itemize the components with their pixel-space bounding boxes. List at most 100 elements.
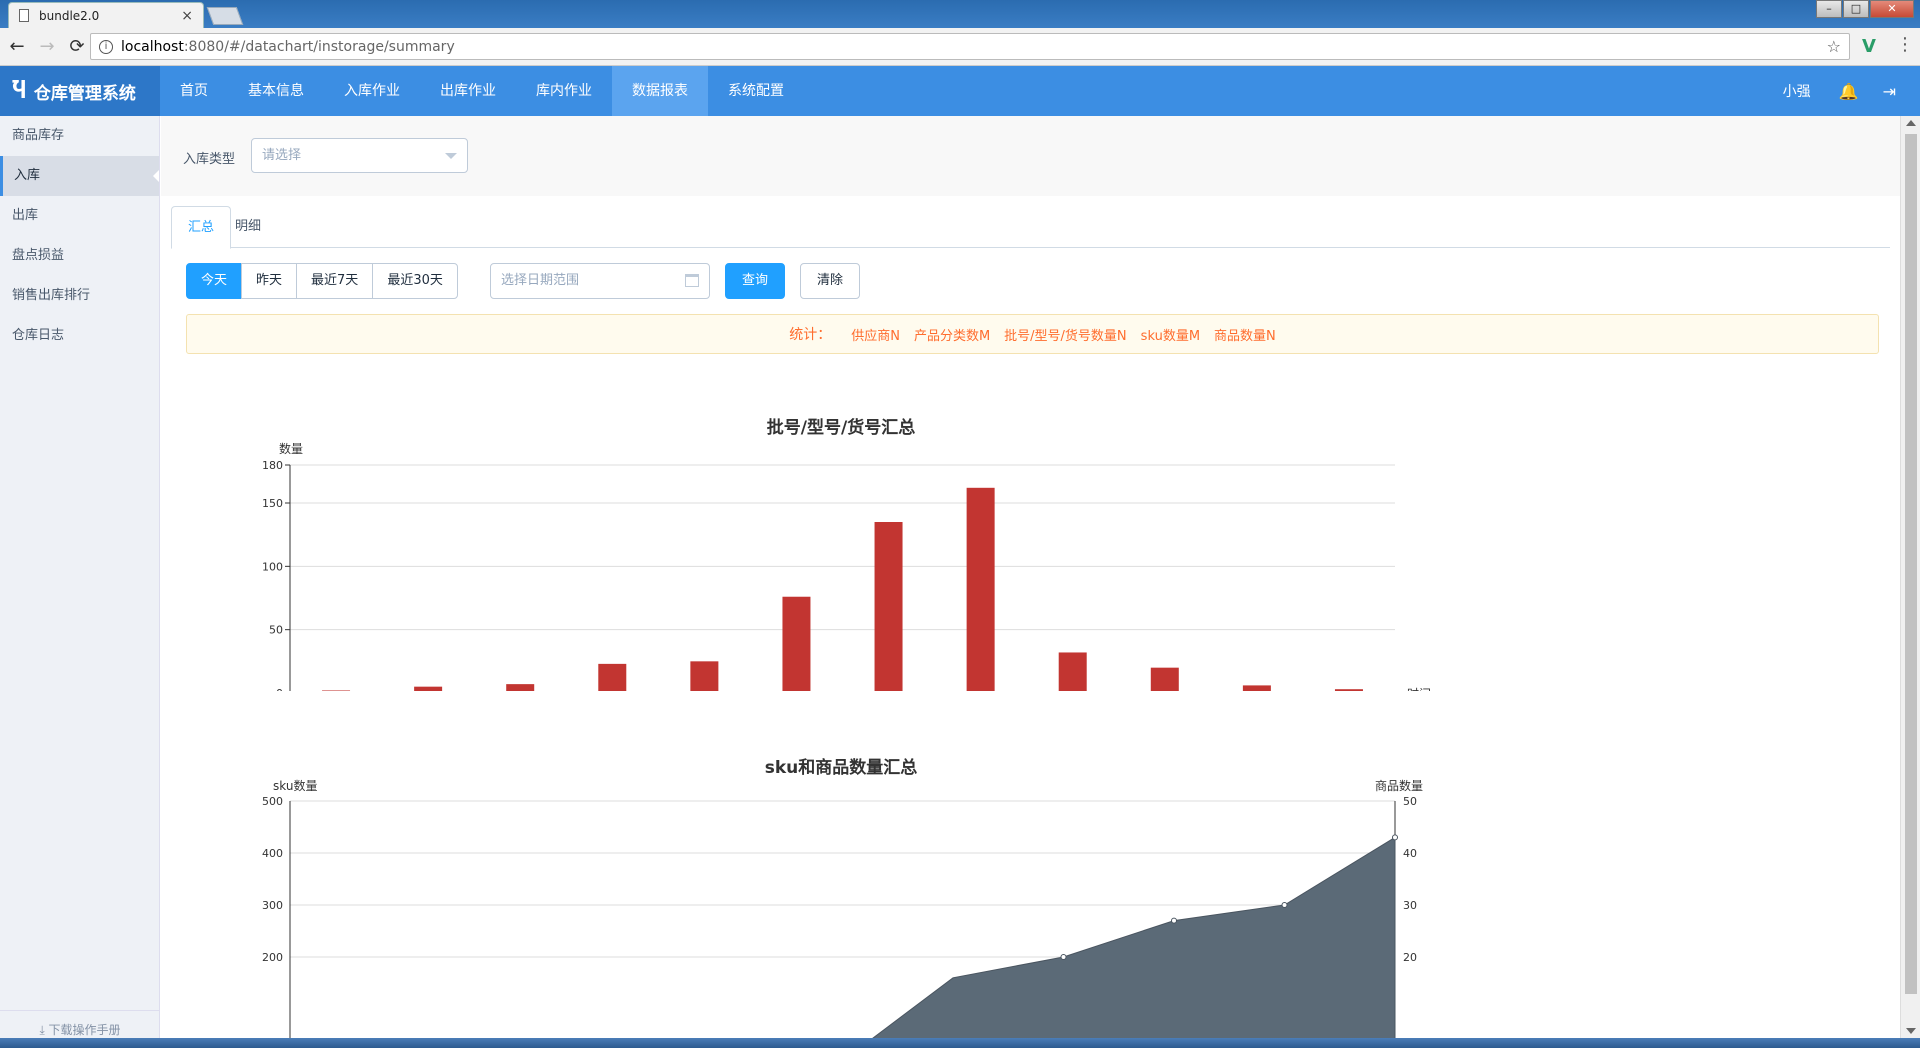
window-controls: – □ ✕ [1816,0,1914,18]
y-right-tick-label: 50 [1403,795,1417,808]
y-right-tick-label: 30 [1403,899,1417,912]
bar [414,686,443,691]
bookmark-star-icon[interactable]: ☆ [1827,37,1841,56]
app-header: Ⴏ 仓库管理系统 首页 基本信息 入库作业 出库作业 库内作业 数据报表 系统配置 小强 🔔… [0,66,1920,116]
y-tick-label: 400 [262,847,283,860]
info-icon[interactable]: i [99,39,113,54]
os-taskbar [0,1038,1920,1048]
nav-item[interactable]: 库内作业 [516,66,612,116]
nav-item[interactable]: 出库作业 [420,66,516,116]
browser-menu-icon[interactable]: ⋮ [1896,34,1914,55]
bar [966,487,995,691]
page-scrollbar[interactable] [1900,116,1920,1038]
logout-icon[interactable]: ⇥ [1883,82,1896,101]
quick-range-group: 今天 昨天 最近7天 最近30天 [186,263,458,299]
last-30-days-button[interactable]: 最近30天 [372,263,458,299]
data-point [1060,954,1067,960]
chart-title: sku和商品数量汇总 [765,757,918,778]
filter-bar: 入库类型 请选择 [161,116,1900,196]
vue-devtools-icon[interactable]: V [1862,36,1876,57]
yesterday-button[interactable]: 昨天 [241,263,298,299]
nav-item[interactable]: 基本信息 [228,66,324,116]
sidebar-item[interactable]: 销售出库排行 [0,276,159,316]
window-close-icon[interactable]: ✕ [1870,0,1914,18]
stats-item: 产品分类数M [913,328,991,344]
stats-label: 统计： [789,327,832,343]
sidebar-item[interactable]: 入库 [0,156,159,196]
y-axis-label: 数量 [279,441,303,456]
stats-item: 供应商N [851,328,900,344]
url-host: localhost [121,38,184,55]
sidebar-item[interactable]: 仓库日志 [0,316,159,356]
area-series [858,836,1396,1048]
sidebar-item[interactable]: 出库 [0,196,159,236]
app-title: 仓库管理系统 [33,83,136,104]
y-right-tick-label: 20 [1403,951,1417,964]
nav-item[interactable]: 首页 [160,66,228,116]
sidebar: 商品库存 入库 出库 盘点损益 销售出库排行 仓库日志 ⤓ 下载操作手册 [0,116,160,1048]
address-toolbar: ← → ⟳ i localhost :8080/#/datachart/inst… [0,28,1920,66]
bar [782,596,811,691]
logo-icon: Ⴏ [12,78,26,104]
batch-summary-chart: 批号/型号/货号汇总数量时间0501001501801月2月3月4月5月6月7月… [161,361,1900,691]
tab-detail[interactable]: 明细 [219,206,277,248]
app-logo[interactable]: Ⴏ 仓库管理系统 [0,66,160,116]
scroll-up-icon[interactable] [1906,120,1916,126]
bar-chart-svg: 批号/型号/货号汇总数量时间0501001501801月2月3月4月5月6月7月… [262,417,1431,691]
date-range-placeholder: 选择日期范围 [501,273,580,288]
y-axis-right-label: 商品数量 [1375,778,1423,793]
maximize-icon[interactable]: □ [1843,0,1869,18]
document-icon [19,9,29,22]
scroll-thumb[interactable] [1905,134,1917,994]
data-point [1171,917,1177,924]
y-tick-label: 0 [276,687,283,691]
bell-icon[interactable]: 🔔 [1839,82,1859,101]
browser-tab[interactable]: bundle2.0 × [8,2,204,28]
last-7-days-button[interactable]: 最近7天 [296,263,374,299]
chevron-down-icon [445,153,457,159]
scroll-down-icon[interactable] [1906,1028,1916,1034]
query-button[interactable]: 查询 [725,263,785,299]
back-icon[interactable]: ← [4,36,30,57]
main-content: 入库类型 请选择 汇总 明细 今天 昨天 最近7天 最近30天 选择日期范围 查… [161,116,1900,1048]
bar [1058,652,1087,691]
date-range-input[interactable]: 选择日期范围 [490,263,710,299]
url-path: :8080/#/datachart/instorage/summary [183,38,455,55]
bar [506,684,535,691]
sidebar-item[interactable]: 商品库存 [0,116,159,156]
bar [1334,689,1363,691]
header-right: 小强 🔔 ⇥ [1783,66,1920,116]
today-button[interactable]: 今天 [186,263,243,299]
minimize-icon[interactable]: – [1816,0,1842,18]
new-tab-button[interactable] [206,7,244,25]
browser-tab-strip: bundle2.0 × – □ ✕ [0,0,1920,28]
nav-item[interactable]: 入库作业 [324,66,420,116]
y-right-tick-label: 40 [1403,847,1417,860]
storage-type-label: 入库类型 [183,152,236,167]
y-tick-label: 300 [262,899,283,912]
user-name[interactable]: 小强 [1783,81,1811,101]
stats-banner: 统计： 供应商N 产品分类数M 批号/型号/货号数量N sku数量M 商品数量N [186,314,1879,354]
download-manual-link[interactable]: ⤓ 下载操作手册 [0,1010,160,1038]
sidebar-menu: 商品库存 入库 出库 盘点损益 销售出库排行 仓库日志 [0,116,159,356]
nav-item[interactable]: 系统配置 [708,66,804,116]
reload-icon[interactable]: ⟳ [64,36,90,57]
data-point [1281,902,1288,908]
report-tabs: 汇总 明细 [171,206,1890,249]
sku-summary-chart: sku和商品数量汇总 sku数量 商品数量 200 20 300 30 400 40 500 50 [161,701,1900,1048]
bar [690,661,719,691]
stats-item: 批号/型号/货号数量N [1004,328,1127,344]
bar [1242,685,1271,691]
nav-item[interactable]: 数据报表 [612,66,708,116]
clear-button[interactable]: 清除 [800,263,860,299]
calendar-icon [685,274,699,287]
url-input[interactable]: i localhost :8080/#/datachart/instorage/… [90,33,1850,60]
close-tab-icon[interactable]: × [181,8,193,24]
storage-type-select[interactable]: 请选择 [251,138,468,173]
stats-item: sku数量M [1140,328,1201,344]
y-tick-label: 100 [262,560,283,573]
forward-icon[interactable]: → [34,36,60,57]
x-axis-label: 时间 [1407,687,1431,691]
sidebar-item[interactable]: 盘点损益 [0,236,159,276]
select-placeholder: 请选择 [262,148,302,163]
